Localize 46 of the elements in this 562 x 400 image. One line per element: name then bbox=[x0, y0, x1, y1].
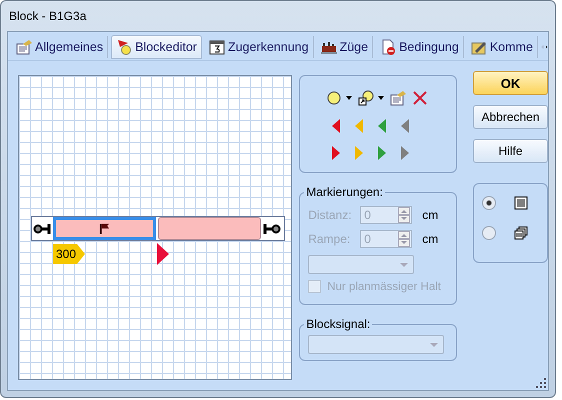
right-triangle-icon[interactable] bbox=[378, 146, 386, 160]
dialog-button[interactable]: Abbrechen bbox=[473, 105, 548, 129]
tab[interactable]: Bedingung bbox=[376, 36, 464, 58]
circle-icon[interactable] bbox=[326, 90, 342, 106]
resize-grip-icon[interactable] bbox=[536, 378, 546, 388]
unit-label: cm bbox=[422, 232, 438, 246]
grid-canvas[interactable]: 300 bbox=[18, 75, 292, 380]
tab[interactable]: Zugerkennung bbox=[204, 36, 314, 58]
flag-icon bbox=[99, 223, 110, 234]
unit-label: cm bbox=[422, 208, 438, 222]
caret-icon[interactable] bbox=[346, 96, 352, 100]
right-triangle-icon[interactable] bbox=[401, 146, 410, 160]
left-triangle-icon[interactable] bbox=[401, 119, 410, 133]
group-legend: Markierungen: bbox=[304, 185, 385, 199]
delete-icon[interactable] bbox=[412, 90, 428, 106]
field-label: Distanz: bbox=[308, 208, 353, 222]
signal-triangle-icon[interactable] bbox=[157, 243, 169, 265]
tab[interactable]: Blockeditor bbox=[111, 35, 202, 59]
settings-card-icon[interactable] bbox=[390, 90, 406, 106]
calendar-icon bbox=[208, 39, 225, 55]
left-triangle-icon[interactable] bbox=[332, 119, 340, 133]
radio-button[interactable] bbox=[482, 226, 496, 240]
settings-card-icon bbox=[16, 39, 32, 55]
circle-link-icon[interactable] bbox=[358, 90, 374, 106]
radio-button[interactable] bbox=[482, 196, 496, 210]
train-icon bbox=[320, 39, 337, 55]
group-legend: Blocksignal: bbox=[304, 317, 372, 331]
checkbox-label: Nur planmässiger Halt bbox=[327, 280, 441, 292]
stacked-windows-icon bbox=[514, 226, 528, 240]
left-triangle-icon[interactable] bbox=[378, 119, 386, 133]
flag-badge-icon bbox=[116, 39, 132, 55]
document-stop-icon bbox=[380, 39, 396, 55]
window-title: Block - B1G3a bbox=[9, 9, 86, 23]
tab[interactable]: Komme bbox=[466, 36, 538, 58]
tab[interactable]: Allgemeines bbox=[12, 36, 108, 58]
speed-marker[interactable]: 300 bbox=[53, 244, 85, 264]
buffer-stop-icon bbox=[261, 222, 281, 234]
tab[interactable]: Züge bbox=[316, 36, 374, 58]
dialog-button[interactable]: OK bbox=[473, 71, 548, 95]
list-icon bbox=[514, 196, 528, 210]
buffer-stop-icon bbox=[33, 222, 53, 234]
dialog-button[interactable]: Hilfe bbox=[473, 139, 548, 163]
notepad-pencil-icon bbox=[470, 39, 487, 55]
field-label: Rampe: bbox=[308, 232, 352, 246]
right-triangle-icon[interactable] bbox=[332, 146, 340, 160]
caret-icon[interactable] bbox=[378, 96, 384, 100]
